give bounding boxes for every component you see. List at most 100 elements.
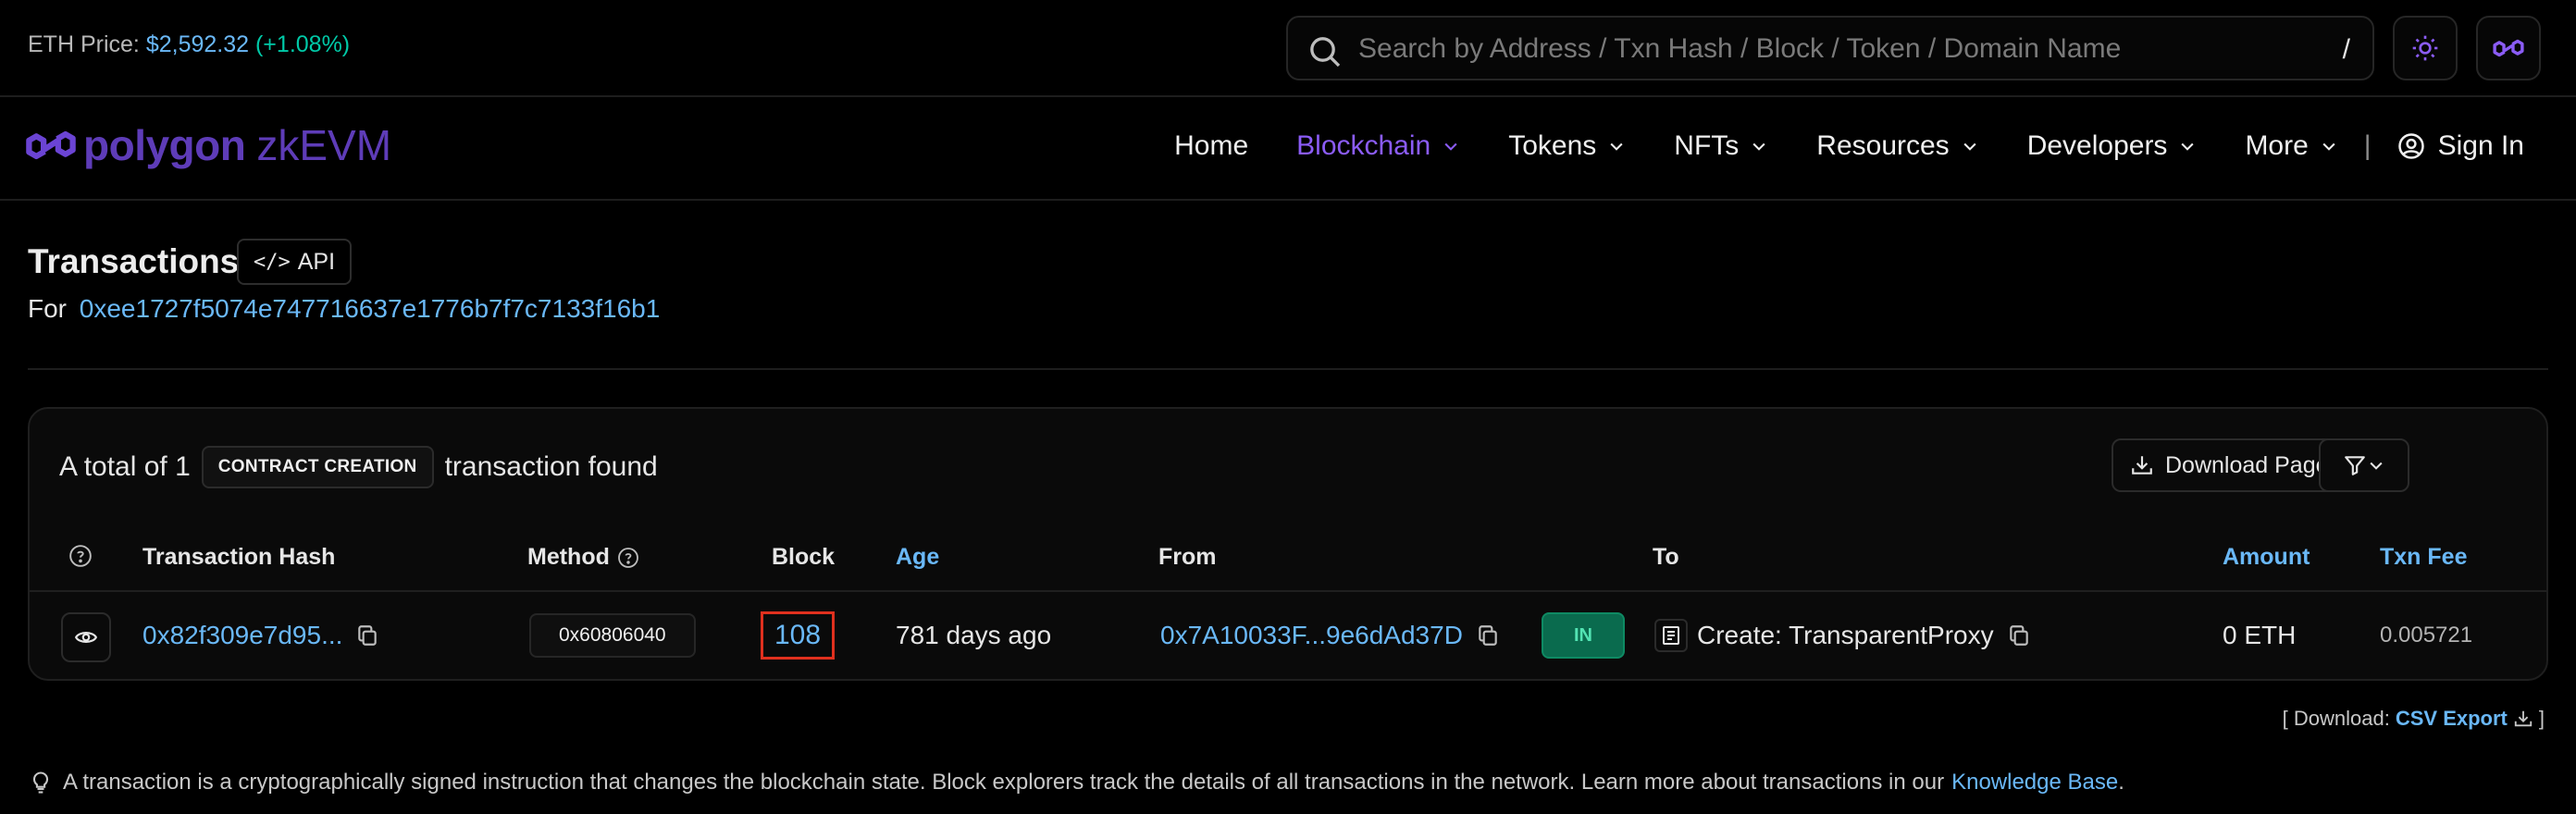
main-nav: Home Blockchain Tokens NFTs Resources De…: [1126, 130, 2524, 162]
code-icon: </>: [254, 250, 291, 274]
csv-prefix: [ Download:: [2282, 707, 2390, 730]
api-label: API: [297, 248, 336, 275]
top-bar: ETH Price: $2,592.32 (+1.08%) /: [0, 0, 2576, 97]
nav-blockchain[interactable]: Blockchain: [1296, 130, 1460, 162]
nav-more[interactable]: More: [2245, 130, 2337, 162]
nav-resources[interactable]: Resources: [1816, 130, 1978, 162]
search-input[interactable]: [1358, 27, 2284, 71]
chevron-down-icon: [1607, 137, 1626, 155]
nav-home[interactable]: Home: [1174, 130, 1248, 162]
brand-name: polygon: [83, 121, 246, 169]
sun-icon: [2410, 33, 2440, 63]
polygon-icon: [2493, 32, 2524, 64]
download-icon: [2508, 709, 2539, 729]
page-title: Transactions: [28, 242, 240, 280]
copy-icon[interactable]: [355, 623, 379, 648]
summary-prefix: A total of 1: [59, 451, 191, 482]
amount-cell: 0 ETH: [2223, 621, 2297, 649]
nav-nfts-label: NFTs: [1674, 130, 1740, 161]
age-cell: 781 days ago: [896, 621, 1052, 649]
to-contract-link[interactable]: Create: TransparentProxy: [1697, 621, 1994, 650]
direction-cell: IN: [1542, 592, 1625, 679]
knowledge-base-link[interactable]: Knowledge Base: [1951, 770, 2118, 796]
search-shortcut-key: /: [2342, 34, 2350, 65]
csv-suffix: ]: [2538, 707, 2545, 730]
chevron-down-icon: [1750, 137, 1768, 155]
from-cell: 0x7A10033F...9e6dAd37D: [1160, 592, 1500, 679]
chevron-down-icon: [2320, 137, 2338, 155]
column-header-amount[interactable]: Amount: [2223, 544, 2310, 571]
sign-in-label: Sign In: [2437, 130, 2524, 161]
api-button[interactable]: </> API: [237, 239, 353, 285]
column-header-age[interactable]: Age: [896, 544, 939, 571]
copy-icon[interactable]: [2007, 623, 2031, 648]
footnote-end: .: [2118, 770, 2124, 795]
direction-badge: IN: [1542, 612, 1625, 659]
theme-toggle-button[interactable]: [2393, 16, 2458, 80]
eth-price-value[interactable]: $2,592.32: [146, 31, 249, 57]
divider: [28, 368, 2548, 370]
address-link[interactable]: 0xee1727f5074e747716637e1776b7f7c7133f16…: [80, 294, 661, 323]
nav-blockchain-label: Blockchain: [1296, 130, 1431, 161]
from-address-link[interactable]: 0x7A10033F...9e6dAd37D: [1160, 621, 1463, 650]
csv-export-link[interactable]: CSV Export: [2396, 707, 2508, 731]
filter-icon: [2343, 453, 2367, 477]
chevron-down-icon: [1442, 137, 1460, 155]
column-header-to: To: [1653, 544, 1679, 570]
chevron-down-icon: [2178, 137, 2197, 155]
nav-developers-label: Developers: [2026, 130, 2168, 161]
preview-button[interactable]: [61, 612, 111, 662]
lightbulb-icon: [28, 770, 63, 796]
chevron-down-icon: [2367, 456, 2385, 475]
eth-price-label: ETH Price:: [28, 31, 140, 57]
column-header-method: Method: [527, 544, 639, 571]
block-cell: 108: [761, 592, 836, 679]
column-header-block: Block: [772, 544, 836, 570]
block-number-link[interactable]: 108: [761, 611, 836, 660]
eth-price-change: (+1.08%): [254, 31, 351, 57]
table-row: 0x82f309e7d95... 0x60806040 108 781 days…: [30, 592, 2546, 679]
nav-resources-label: Resources: [1816, 130, 1950, 161]
fee-cell: 0.005721: [2380, 623, 2473, 648]
polygon-logo-icon: [26, 120, 76, 170]
network-switch-button[interactable]: [2476, 16, 2541, 80]
copy-icon[interactable]: [1476, 623, 1500, 648]
summary-text: A total of 1 CONTRACT CREATION transacti…: [59, 446, 658, 488]
csv-download: [ Download: CSV Export ]: [2283, 707, 2545, 731]
user-icon: [2397, 132, 2438, 160]
sign-in-link[interactable]: Sign In: [2397, 130, 2524, 162]
footnote-text: A transaction is a cryptographically sig…: [63, 770, 1945, 795]
eye-icon: [74, 625, 98, 649]
column-header-fee[interactable]: Txn Fee: [2380, 544, 2467, 571]
nav-tokens[interactable]: Tokens: [1508, 130, 1626, 162]
nav-separator: |: [2363, 130, 2372, 161]
method-header-label: Method: [527, 544, 610, 570]
column-header-from: From: [1158, 544, 1217, 570]
footnote: A transaction is a cryptographically sig…: [28, 770, 2124, 796]
nav-bar: polygon zkEVM Home Blockchain Tokens NFT…: [0, 97, 2576, 201]
hash-cell: 0x82f309e7d95...: [142, 592, 379, 679]
nav-more-label: More: [2245, 130, 2309, 161]
brand-logo[interactable]: polygon zkEVM: [26, 120, 391, 170]
nav-nfts[interactable]: NFTs: [1674, 130, 1768, 162]
method-cell: 0x60806040: [529, 592, 696, 679]
transactions-card: A total of 1 CONTRACT CREATION transacti…: [28, 407, 2548, 681]
summary-suffix: transaction found: [444, 451, 658, 482]
transaction-hash-link[interactable]: 0x82f309e7d95...: [142, 621, 342, 650]
search-box[interactable]: /: [1286, 16, 2374, 80]
eth-price: ETH Price: $2,592.32 (+1.08%): [28, 31, 350, 58]
nav-developers[interactable]: Developers: [2027, 130, 2198, 162]
contract-icon: [1654, 619, 1688, 652]
column-info-icon[interactable]: [68, 544, 93, 568]
search-icon: [1307, 33, 1344, 70]
address-line: For 0xee1727f5074e747716637e1776b7f7c713…: [28, 294, 660, 324]
nav-home-label: Home: [1174, 130, 1249, 161]
column-header-hash: Transaction Hash: [142, 544, 336, 570]
chevron-down-icon: [1961, 137, 1979, 155]
filter-button[interactable]: [2319, 438, 2409, 492]
brand-product: zkEVM: [256, 121, 392, 169]
help-icon[interactable]: [617, 547, 639, 569]
download-icon: [2130, 453, 2165, 477]
to-cell: Create: TransparentProxy: [1654, 592, 2031, 679]
contract-creation-badge: CONTRACT CREATION: [201, 446, 434, 488]
